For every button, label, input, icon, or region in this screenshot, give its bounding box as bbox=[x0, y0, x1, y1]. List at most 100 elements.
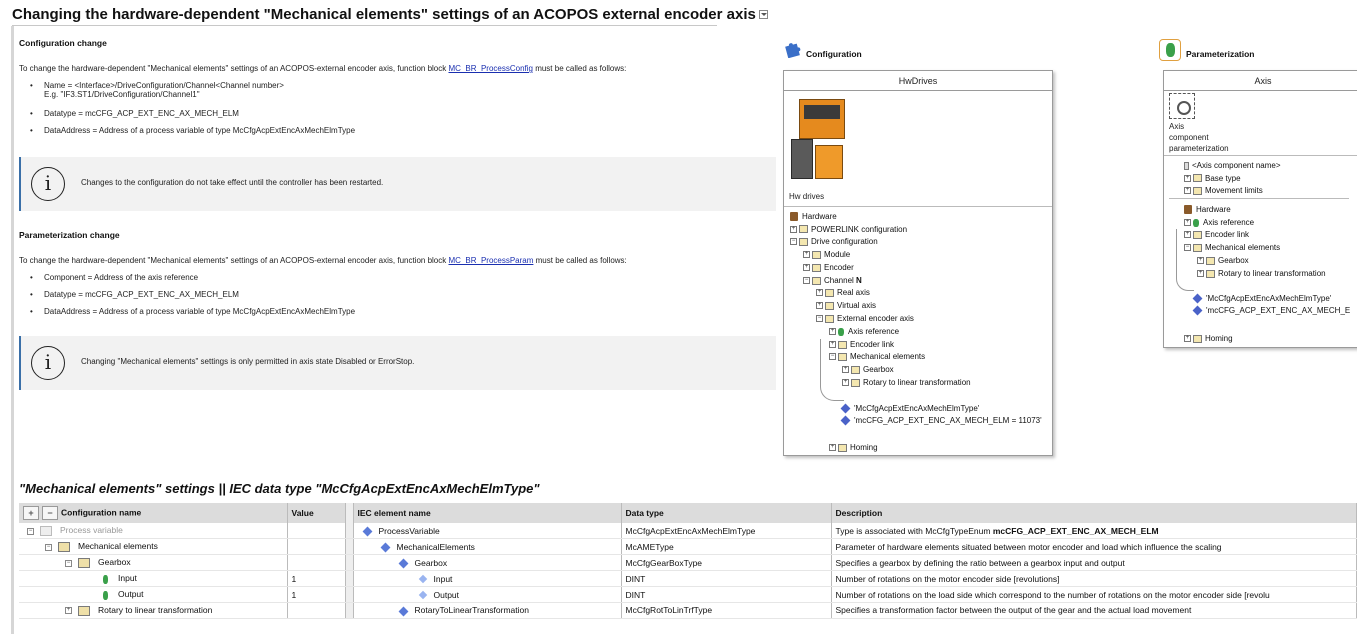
config-tree: Hardware + POWERLINK configuration − Drive… bbox=[790, 211, 1052, 454]
column-header-config: + − Configuration name bbox=[19, 503, 288, 523]
param-change-heading: Parameterization change bbox=[19, 230, 120, 240]
folder-icon bbox=[58, 542, 70, 553]
tree-node[interactable]: + Rotary to linear transformation bbox=[842, 377, 971, 389]
hardware-icon bbox=[1184, 205, 1192, 215]
configuration-label: Configuration bbox=[806, 49, 862, 59]
folder-icon bbox=[825, 288, 834, 297]
struct-icon bbox=[362, 526, 372, 537]
column-header-iec: IEC element name bbox=[353, 503, 622, 523]
table-row[interactable]: − Gearbox Gearbox McCfgGearBoxType Specif… bbox=[19, 554, 1357, 572]
struct-icon bbox=[380, 542, 390, 553]
folder-icon bbox=[1193, 334, 1202, 343]
axis-icon bbox=[838, 327, 844, 336]
note-text: Changes to the configuration do not take… bbox=[81, 178, 384, 187]
window-title: HwDrives bbox=[784, 71, 1052, 91]
info-icon: i bbox=[31, 346, 65, 380]
folder-icon bbox=[812, 250, 821, 259]
tree-node[interactable]: 'mcCFG_ACP_EXT_ENC_AX_MECH_E bbox=[1192, 305, 1350, 317]
table-header-row: + − Configuration name Value IEC element n… bbox=[19, 503, 1357, 523]
list-item: Datatype = mcCFG_ACP_EXT_ENC_AX_MECH_ELM bbox=[30, 109, 355, 126]
param-change-bullets: Component = Address of the axis referenc… bbox=[30, 273, 355, 324]
table-row[interactable]: Input 1 Input DINT Number of rotations o… bbox=[19, 570, 1357, 588]
tree-node[interactable]: Hardware bbox=[1184, 204, 1231, 216]
settings-table: + − Configuration name Value IEC element n… bbox=[19, 503, 1357, 619]
tree-node[interactable]: − Drive configuration bbox=[790, 236, 878, 248]
folder-icon bbox=[799, 237, 808, 246]
config-change-heading: Configuration change bbox=[19, 38, 107, 48]
element-icon bbox=[418, 591, 427, 600]
list-item: Datatype = mcCFG_ACP_EXT_ENC_AX_MECH_ELM bbox=[30, 290, 355, 307]
axis-icon bbox=[1193, 218, 1199, 227]
tree-node[interactable]: Hardware bbox=[790, 211, 837, 223]
column-header-value: Value bbox=[287, 503, 346, 523]
tree-node[interactable]: 'McCfgAcpExtEncAxMechElmType' bbox=[1192, 293, 1331, 305]
struct-icon bbox=[398, 558, 408, 569]
tree-node[interactable]: + Movement limits bbox=[1184, 185, 1263, 197]
table-row[interactable]: − Process variable ProcessVariable McCfgA… bbox=[19, 523, 1357, 540]
tree-node[interactable]: + Encoder bbox=[803, 262, 854, 274]
tree-node[interactable]: 'mcCFG_ACP_EXT_ENC_AX_MECH_ELM = 11073' bbox=[840, 415, 1042, 427]
puzzle-icon bbox=[785, 43, 801, 58]
tree-node[interactable]: + Axis reference bbox=[1184, 217, 1254, 229]
expand-all-button[interactable]: + bbox=[23, 506, 39, 520]
folder-icon bbox=[838, 443, 847, 452]
enum-icon bbox=[1192, 305, 1203, 316]
process-param-link[interactable]: MC_BR_ProcessParam bbox=[448, 256, 533, 265]
param-change-intro: To change the hardware-dependent "Mechan… bbox=[19, 256, 627, 265]
tree-node[interactable]: + POWERLINK configuration bbox=[790, 224, 907, 236]
table-row[interactable]: − Mechanical elements MechanicalElements … bbox=[19, 538, 1357, 556]
list-item: DataAddress = Address of a process varia… bbox=[30, 307, 355, 324]
type-icon bbox=[840, 403, 851, 414]
collapse-all-button[interactable]: − bbox=[42, 506, 58, 520]
axis-window: Axis Axis component parameterization <Ax… bbox=[1163, 70, 1357, 348]
parameterization-label: Parameterization bbox=[1186, 49, 1255, 59]
param-note-box: i Changing "Mechanical elements" setting… bbox=[19, 336, 776, 390]
page-title: Changing the hardware-dependent "Mechani… bbox=[12, 6, 768, 26]
struct-icon bbox=[398, 606, 408, 617]
list-item: DataAddress = Address of a process varia… bbox=[30, 126, 355, 143]
tree-node[interactable]: + Gearbox bbox=[842, 364, 894, 376]
config-note-box: i Changes to the configuration do not ta… bbox=[19, 157, 776, 211]
folder-icon bbox=[40, 526, 52, 537]
tree-node[interactable]: − Mechanical elements bbox=[1184, 242, 1280, 254]
folder-icon bbox=[825, 314, 834, 323]
tree-node[interactable]: − External encoder axis bbox=[816, 313, 914, 325]
hw-drives-image bbox=[789, 99, 845, 189]
tree-node[interactable]: + Rotary to linear transformation bbox=[1197, 268, 1326, 280]
tree-node[interactable]: + Module bbox=[803, 249, 850, 261]
collapse-icon[interactable] bbox=[758, 9, 768, 19]
folder-icon bbox=[1193, 243, 1202, 252]
hwdrives-window: HwDrives Hw drives Hardware + POWERLINK c… bbox=[783, 70, 1053, 456]
table-row[interactable]: Output 1 Output DINT Number of rotations… bbox=[19, 586, 1357, 603]
table-row[interactable]: + Rotary to linear transformation RotaryT… bbox=[19, 602, 1357, 619]
tree-node[interactable]: + Homing bbox=[1184, 333, 1233, 345]
tree-node[interactable]: + Virtual axis bbox=[816, 300, 876, 312]
enum-icon bbox=[840, 415, 851, 426]
process-config-link[interactable]: MC_BR_ProcessConfig bbox=[448, 64, 532, 73]
info-icon: i bbox=[31, 167, 65, 201]
tree-node[interactable]: 'McCfgAcpExtEncAxMechElmType' bbox=[840, 403, 979, 415]
table-title: "Mechanical elements" settings || IEC da… bbox=[19, 481, 540, 496]
config-change-bullets: Name = <Interface>/DriveConfiguration/Ch… bbox=[30, 81, 355, 143]
tree-node[interactable]: <Axis component name> bbox=[1184, 160, 1281, 172]
component-icon bbox=[1184, 161, 1189, 170]
icon-caption: Axis component parameterization bbox=[1169, 122, 1229, 153]
tree-node[interactable]: + Homing bbox=[829, 442, 878, 454]
param-tree: <Axis component name> + Base type + Moveme… bbox=[1169, 160, 1357, 345]
folder-icon bbox=[799, 225, 808, 234]
folder-icon bbox=[78, 605, 90, 616]
type-icon bbox=[1192, 293, 1203, 304]
tree-node[interactable]: + Gearbox bbox=[1197, 255, 1249, 267]
tree-node[interactable]: + Base type bbox=[1184, 173, 1241, 185]
tree-node[interactable]: − Channel N bbox=[803, 275, 862, 287]
window-title: Axis bbox=[1164, 71, 1357, 91]
folder-icon bbox=[825, 301, 834, 310]
axis-component-icon bbox=[1169, 93, 1195, 119]
folder-icon bbox=[1193, 230, 1202, 239]
folder-icon bbox=[1193, 186, 1202, 195]
tree-node[interactable]: + Real axis bbox=[816, 287, 870, 299]
folder-icon bbox=[812, 276, 821, 285]
parameter-icon bbox=[103, 590, 108, 600]
left-rule bbox=[11, 26, 14, 634]
tree-node[interactable]: + Axis reference bbox=[829, 326, 899, 338]
